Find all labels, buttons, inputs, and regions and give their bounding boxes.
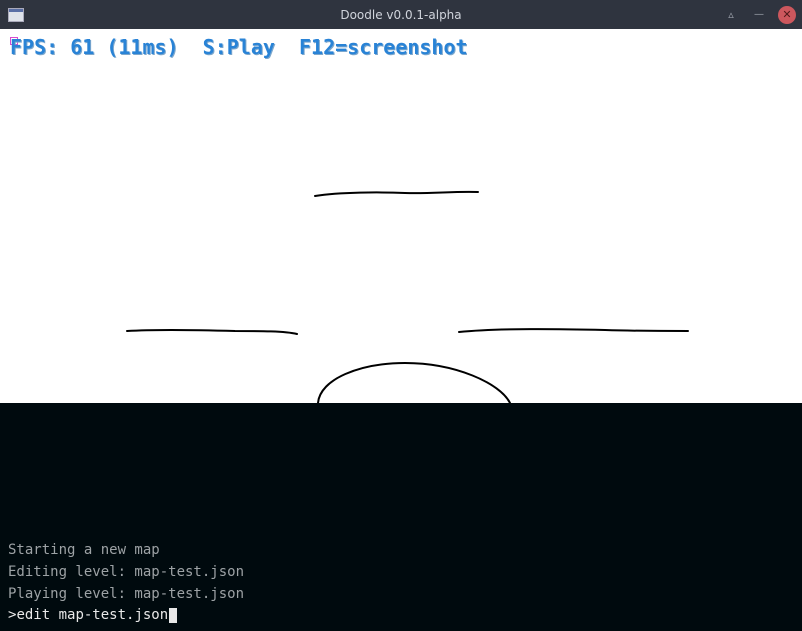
- console-log-line: Starting a new map: [8, 540, 794, 562]
- window-title: Doodle v0.0.1-alpha: [340, 8, 461, 22]
- minimize-button[interactable]: [750, 6, 768, 24]
- app-frame: FPS: 61 (11ms) S:Play F12=screenshot Sta…: [0, 29, 802, 631]
- window-titlebar: Doodle v0.0.1-alpha ✕: [0, 0, 802, 29]
- close-button[interactable]: ✕: [778, 6, 796, 24]
- game-canvas[interactable]: FPS: 61 (11ms) S:Play F12=screenshot: [0, 29, 802, 403]
- console-input-line[interactable]: >edit map-test.json: [8, 605, 794, 627]
- app-icon: [8, 8, 24, 22]
- iconify-maximize-button[interactable]: [722, 6, 740, 24]
- developer-console[interactable]: Starting a new map Editing level: map-te…: [0, 403, 802, 631]
- console-log-line: Editing level: map-test.json: [8, 562, 794, 584]
- bottom-arc: [318, 363, 510, 403]
- console-log-line: Playing level: map-test.json: [8, 584, 794, 606]
- top-stroke: [315, 192, 478, 196]
- text-cursor-icon: [169, 608, 177, 623]
- window-controls: ✕: [722, 6, 796, 24]
- right-stroke: [459, 329, 688, 332]
- left-stroke: [127, 330, 297, 334]
- console-input[interactable]: edit map-test.json: [16, 607, 168, 623]
